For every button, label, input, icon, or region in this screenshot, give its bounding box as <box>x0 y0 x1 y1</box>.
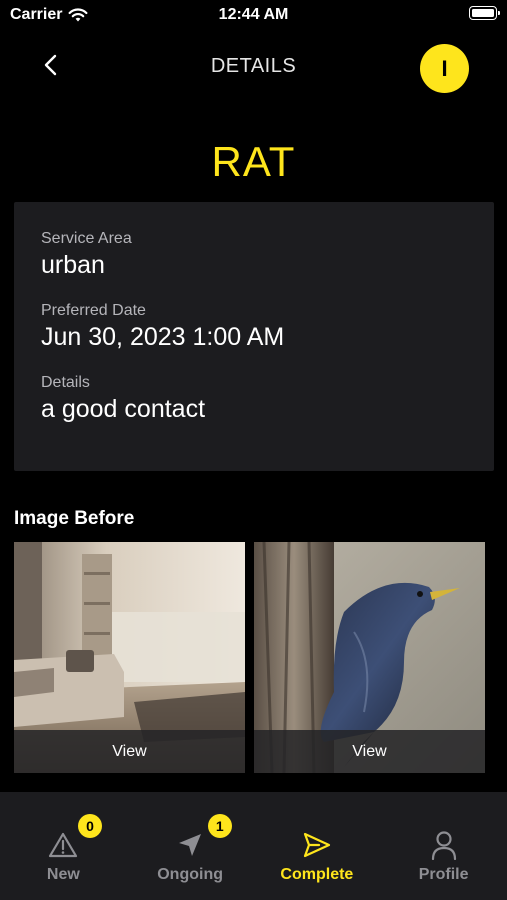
tab-label: New <box>46 866 80 883</box>
field-label: Service Area <box>41 230 132 247</box>
tab-complete[interactable]: Complete <box>254 792 381 900</box>
image-tile-bird[interactable]: View <box>254 542 485 773</box>
view-button[interactable]: View <box>254 730 485 773</box>
service-area-field: Service Area urban <box>41 230 467 280</box>
field-value: a good contact <box>41 395 206 423</box>
nav-header: DETAILS I <box>0 40 507 94</box>
person-icon <box>427 828 461 862</box>
field-value: Jun 30, 2023 1:00 AM <box>41 323 285 351</box>
details-card: Service Area urban Preferred Date Jun 30… <box>14 202 494 471</box>
view-button[interactable]: View <box>14 730 245 773</box>
image-tile-living-room[interactable]: View <box>14 542 245 773</box>
tab-ongoing[interactable]: 1 Ongoing <box>127 792 254 900</box>
avatar[interactable]: I <box>420 44 469 93</box>
field-value: urban <box>41 251 105 279</box>
clock: 12:44 AM <box>218 6 289 23</box>
tab-label: Profile <box>418 866 469 883</box>
send-icon <box>300 828 334 862</box>
details-field: Details a good contact <box>41 374 467 424</box>
ongoing-count-badge: 1 <box>207 814 232 838</box>
tab-bar: 0 New 1 Ongoing Complete Profile <box>0 792 507 900</box>
battery-icon <box>469 6 500 20</box>
tab-new[interactable]: 0 New <box>0 792 127 900</box>
preferred-date-field: Preferred Date Jun 30, 2023 1:00 AM <box>41 302 467 352</box>
new-count-badge: 0 <box>78 814 102 838</box>
status-bar: Carrier 12:44 AM <box>0 0 507 34</box>
navigation-arrow-icon <box>173 828 207 862</box>
field-label: Preferred Date <box>41 302 146 319</box>
tab-profile[interactable]: Profile <box>380 792 507 900</box>
tab-label: Ongoing <box>157 866 223 883</box>
page-title: RAT <box>211 138 296 185</box>
warning-triangle-icon <box>46 828 80 862</box>
field-label: Details <box>41 374 90 391</box>
image-gallery: View View <box>14 542 486 773</box>
tab-label: Complete <box>280 866 354 883</box>
image-before-heading: Image Before <box>14 508 135 529</box>
